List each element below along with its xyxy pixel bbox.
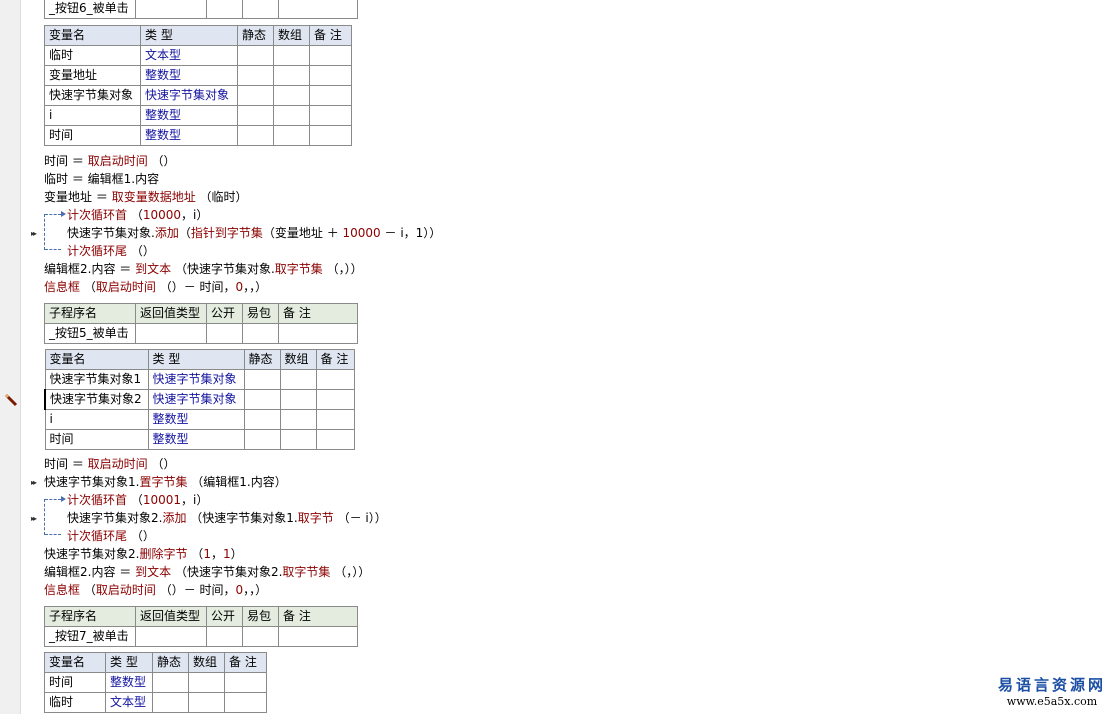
table-row[interactable]: i 整数型 <box>44 105 352 126</box>
breakpoint-marker-icon: ▸▸ <box>31 478 37 487</box>
col-array: 数组 <box>273 25 310 46</box>
variable-table: 变量名 类 型 静态 数组 备 注 临时 文本型 变量地址 整数型 快速字节集对… <box>44 25 352 146</box>
code-line[interactable]: 计次循环尾 （） <box>67 527 155 545</box>
loop-bracket <box>44 499 65 535</box>
watermark-url: www.e5a5x.com <box>1006 695 1098 708</box>
code-line[interactable]: 编辑框2.内容 ＝ 到文本 （快速字节集对象2.取字节集 （，）） <box>44 563 370 581</box>
code-line[interactable]: 信息框 （取启动时间 （）－ 时间，0，，） <box>44 581 267 599</box>
table-row[interactable]: 快速字节集对象1 快速字节集对象 <box>44 369 355 390</box>
col-remark: 备 注 <box>278 303 358 324</box>
pencil-icon <box>4 393 18 407</box>
subroutine-table: 子程序名 返回值类型 公开 易包 备 注 _按钮5_被单击 <box>44 303 358 344</box>
loop-bracket <box>44 214 65 250</box>
code-line[interactable]: 计次循环尾 （） <box>67 242 155 260</box>
code-line[interactable]: 变量地址 ＝ 取变量数据地址 （临时） <box>44 188 248 206</box>
table-row[interactable]: 时间 整数型 <box>44 429 355 450</box>
code-line[interactable]: 编辑框2.内容 ＝ 到文本 （快速字节集对象.取字节集 （，）） <box>44 260 363 278</box>
table-row[interactable]: 临时 文本型 <box>44 692 267 713</box>
col-epackage: 易包 <box>242 303 279 324</box>
arrow-icon <box>61 496 66 502</box>
code-line[interactable]: 时间 ＝ 取启动时间 （） <box>44 152 176 170</box>
table-row[interactable]: 时间 整数型 <box>44 672 267 693</box>
table-row[interactable]: 快速字节集对象 快速字节集对象 <box>44 85 352 106</box>
table-row[interactable]: _按钮5_被单击 <box>44 323 358 344</box>
table-row[interactable]: i 整数型 <box>44 409 355 430</box>
code-line[interactable]: 快速字节集对象1.置字节集 （编辑框1.内容） <box>44 473 287 491</box>
variable-table: 变量名 类 型 静态 数组 备 注 快速字节集对象1 快速字节集对象 快速字节集… <box>44 349 355 450</box>
code-line[interactable]: 快速字节集对象.添加（指针到字节集（变量地址 ＋ 10000 － i，1）） <box>67 224 441 242</box>
subroutine-table-partial: _按钮6_被单击 <box>44 0 358 19</box>
col-sub-name: 子程序名 <box>44 303 136 324</box>
variable-table: 变量名 类 型 静态 数组 备 注 时间 整数型 临时 文本型 <box>44 652 267 713</box>
col-static: 静态 <box>237 25 274 46</box>
subroutine-table: 子程序名 返回值类型 公开 易包 备 注 _按钮7_被单击 <box>44 606 358 647</box>
arrow-icon <box>61 211 66 217</box>
code-line[interactable]: 计次循环首 （10000，i） <box>67 206 208 224</box>
breakpoint-marker-icon: ▸▸ <box>31 229 37 238</box>
site-watermark: 易语言资源网 www.e5a5x.com <box>998 674 1106 708</box>
table-row[interactable]: 变量地址 整数型 <box>44 65 352 86</box>
code-line[interactable]: 临时 ＝ 编辑框1.内容 <box>44 170 159 188</box>
table-row[interactable]: 时间 整数型 <box>44 125 352 146</box>
col-remark: 备 注 <box>309 25 352 46</box>
code-editor[interactable]: _按钮6_被单击 变量名 类 型 静态 数组 备 注 临时 文本型 变量地址 整… <box>31 0 1104 714</box>
subroutine-name[interactable]: _按钮6_被单击 <box>44 0 136 19</box>
watermark-title: 易语言资源网 <box>997 676 1106 694</box>
col-return-type: 返回值类型 <box>135 303 207 324</box>
code-line[interactable]: 快速字节集对象2.添加 （快速字节集对象1.取字节 （－ i）） <box>67 509 387 527</box>
code-line[interactable]: 信息框 （取启动时间 （）－ 时间，0，，） <box>44 278 267 296</box>
code-line[interactable]: 快速字节集对象2.删除字节 （1，1） <box>44 545 243 563</box>
table-row[interactable]: 快速字节集对象2 快速字节集对象 <box>44 389 355 410</box>
table-row[interactable]: 临时 文本型 <box>44 45 352 66</box>
code-line[interactable]: 时间 ＝ 取启动时间 （） <box>44 455 176 473</box>
editor-gutter <box>0 0 21 714</box>
col-public: 公开 <box>206 303 243 324</box>
code-line[interactable]: 计次循环首 （10001，i） <box>67 491 208 509</box>
subroutine-name[interactable]: _按钮5_被单击 <box>44 323 136 344</box>
col-var-name: 变量名 <box>44 25 141 46</box>
subroutine-name[interactable]: _按钮7_被单击 <box>44 626 136 647</box>
breakpoint-marker-icon: ▸▸ <box>31 514 37 523</box>
table-row[interactable]: _按钮7_被单击 <box>44 626 358 647</box>
col-type: 类 型 <box>140 25 238 46</box>
